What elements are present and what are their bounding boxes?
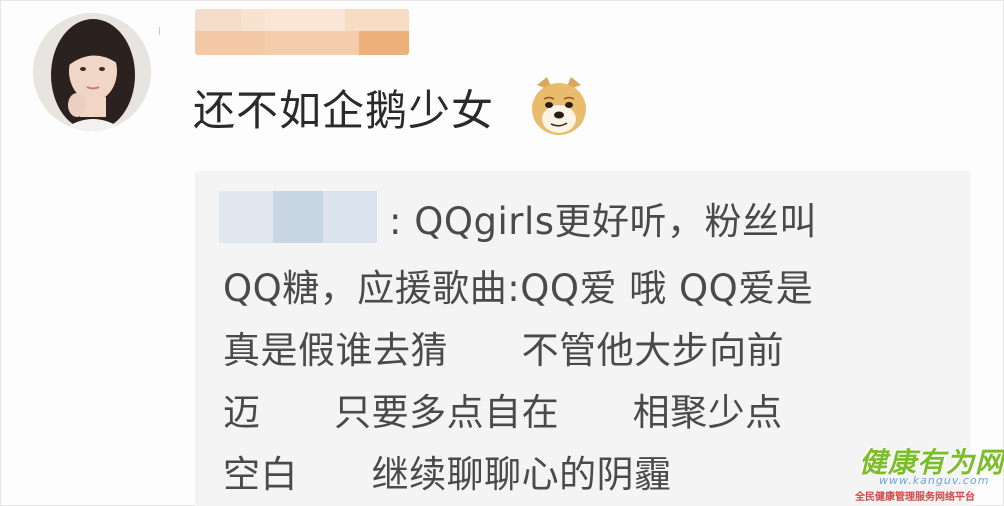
- site-watermark-logo: 健康有为网 www.kanguv.com 全民健康管理服务网络平台: [851, 441, 1003, 503]
- reply-text-line-2: QQ糖，应援歌曲:QQ爱 哦 QQ爱是: [223, 267, 814, 310]
- avatar-image: [33, 13, 151, 131]
- reply-text-line-1: : QQgirls更好听，粉丝叫: [389, 200, 818, 243]
- watermark-url: www.kanguv.com: [879, 474, 990, 487]
- reply-text-line-3: 真是假谁去猜 不管他大步向前: [223, 329, 785, 372]
- avatar[interactable]: [33, 13, 151, 131]
- watermark-tagline: 全民健康管理服务网络平台: [855, 492, 975, 503]
- screenshot-frame: 还不如企鹅少女 : QQgirls更好听，粉丝叫 QQ糖，应援歌曲:QQ爱 哦 …: [0, 0, 1004, 506]
- comment-marker: [159, 27, 166, 35]
- reply-text-line-5: 空白 继续聊聊心的阴霾: [223, 453, 672, 496]
- comment-text: 还不如企鹅少女: [193, 86, 495, 135]
- reply-text-line-4: 迈 只要多点自在 相聚少点: [223, 391, 783, 434]
- reply-username-blurred[interactable]: [219, 191, 377, 243]
- doge-emoji-icon: [532, 77, 586, 135]
- username-blurred[interactable]: [195, 9, 409, 55]
